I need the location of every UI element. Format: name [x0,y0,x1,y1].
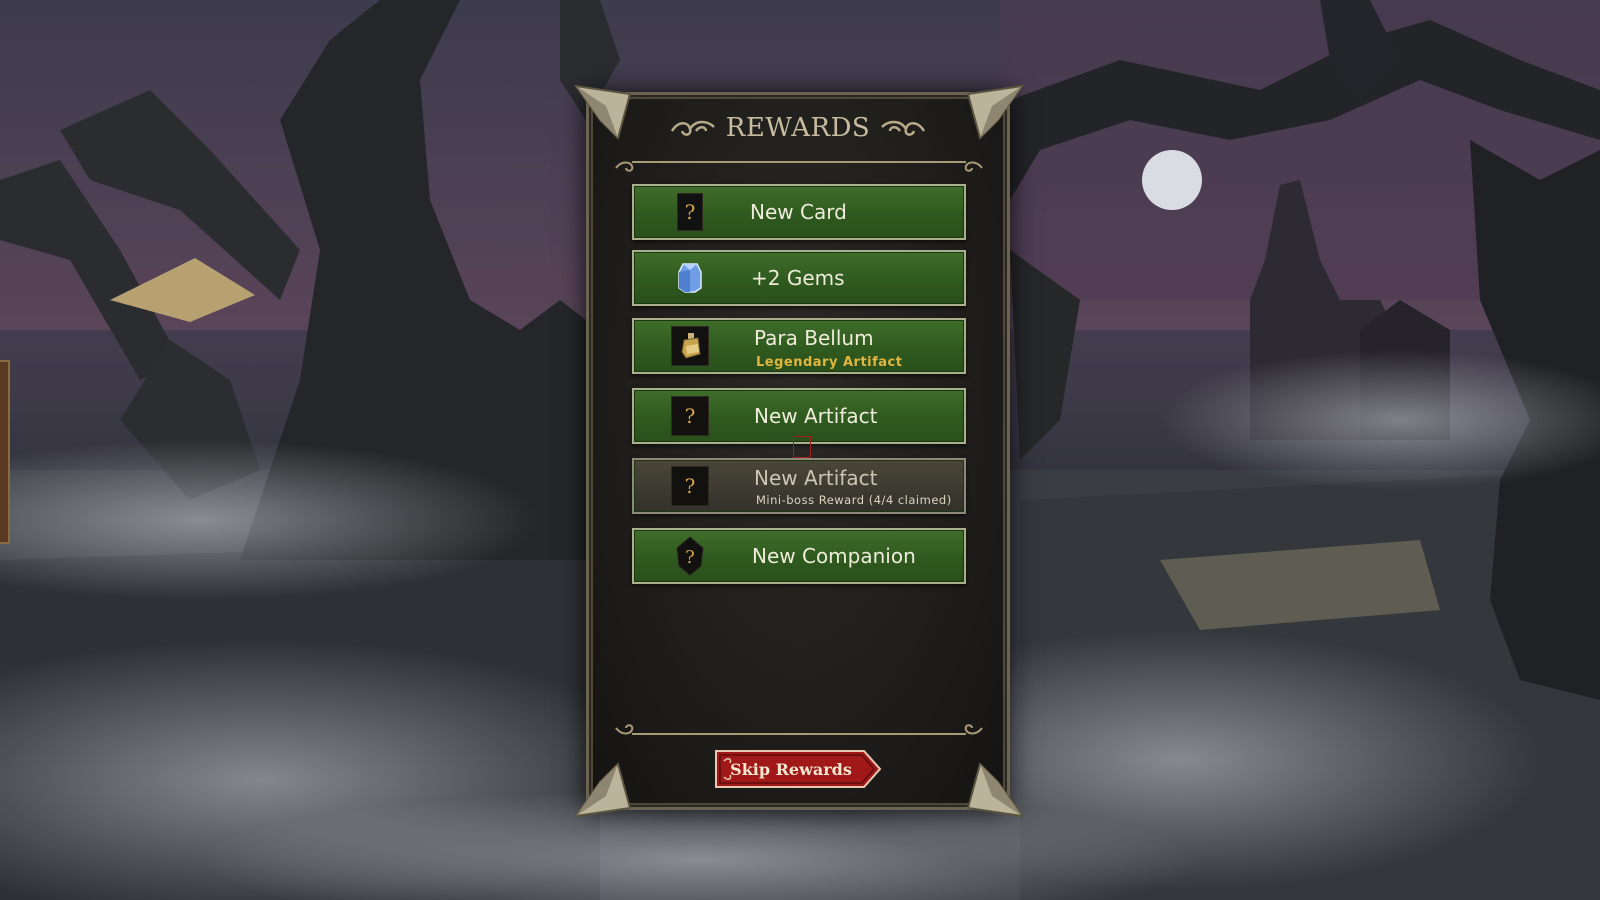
reward-rarity-label: Legendary Artifact [756,355,903,370]
moon [1142,150,1202,210]
mystery-artifact-icon: ? [671,396,709,436]
flourish-right-icon [881,120,926,136]
reward-new-card-button[interactable]: ? New Card [632,184,966,240]
reward-label: +2 Gems [751,266,845,290]
svg-text:?: ? [685,547,695,568]
corner-spike-bottom-right-icon [966,762,1025,818]
reward-icon-slot: ? [670,536,710,576]
panel-header: REWARDS [586,108,1010,148]
reward-label: New Card [750,200,847,224]
mystery-card-icon: ? [677,193,703,231]
skip-rewards-label: Skip Rewards [730,759,852,779]
reward-label: New Companion [752,544,916,568]
reward-miniboss-artifact-button[interactable]: ? New Artifact Mini-boss Reward (4/4 cla… [632,458,966,514]
artifact-flask-icon [671,326,709,366]
gem-icon [678,263,702,293]
mystery-companion-icon: ? [676,536,704,576]
mystery-artifact-icon: ? [671,466,709,506]
reward-para-bellum-button[interactable]: Para Bellum Legendary Artifact [632,318,966,374]
reward-icon-slot [670,326,710,366]
reward-label: New Artifact [754,404,878,428]
reward-gems-button[interactable]: +2 Gems [632,250,966,306]
corner-spike-bottom-left-icon [573,762,632,818]
offscreen-panel-edge [0,360,10,544]
reward-label: Para Bellum [754,326,874,350]
reward-new-companion-button[interactable]: ? New Companion [632,528,966,584]
reward-icon-slot: ? [670,396,710,436]
reward-label: New Artifact [754,466,878,490]
reward-icon-slot: ? [670,466,710,506]
reward-claim-status: Mini-boss Reward (4/4 claimed) [756,493,952,507]
reward-icon-slot: ? [670,192,710,232]
reward-icon-slot [670,258,710,298]
skip-rewards-button[interactable]: Skip Rewards [714,749,882,789]
ornamental-divider-top [615,161,983,172]
panel-title: REWARDS [725,113,871,143]
flourish-left-icon [670,120,715,136]
ornamental-divider-bottom [615,724,983,735]
flask-shape [681,333,701,359]
cursor-highlight [793,436,811,458]
